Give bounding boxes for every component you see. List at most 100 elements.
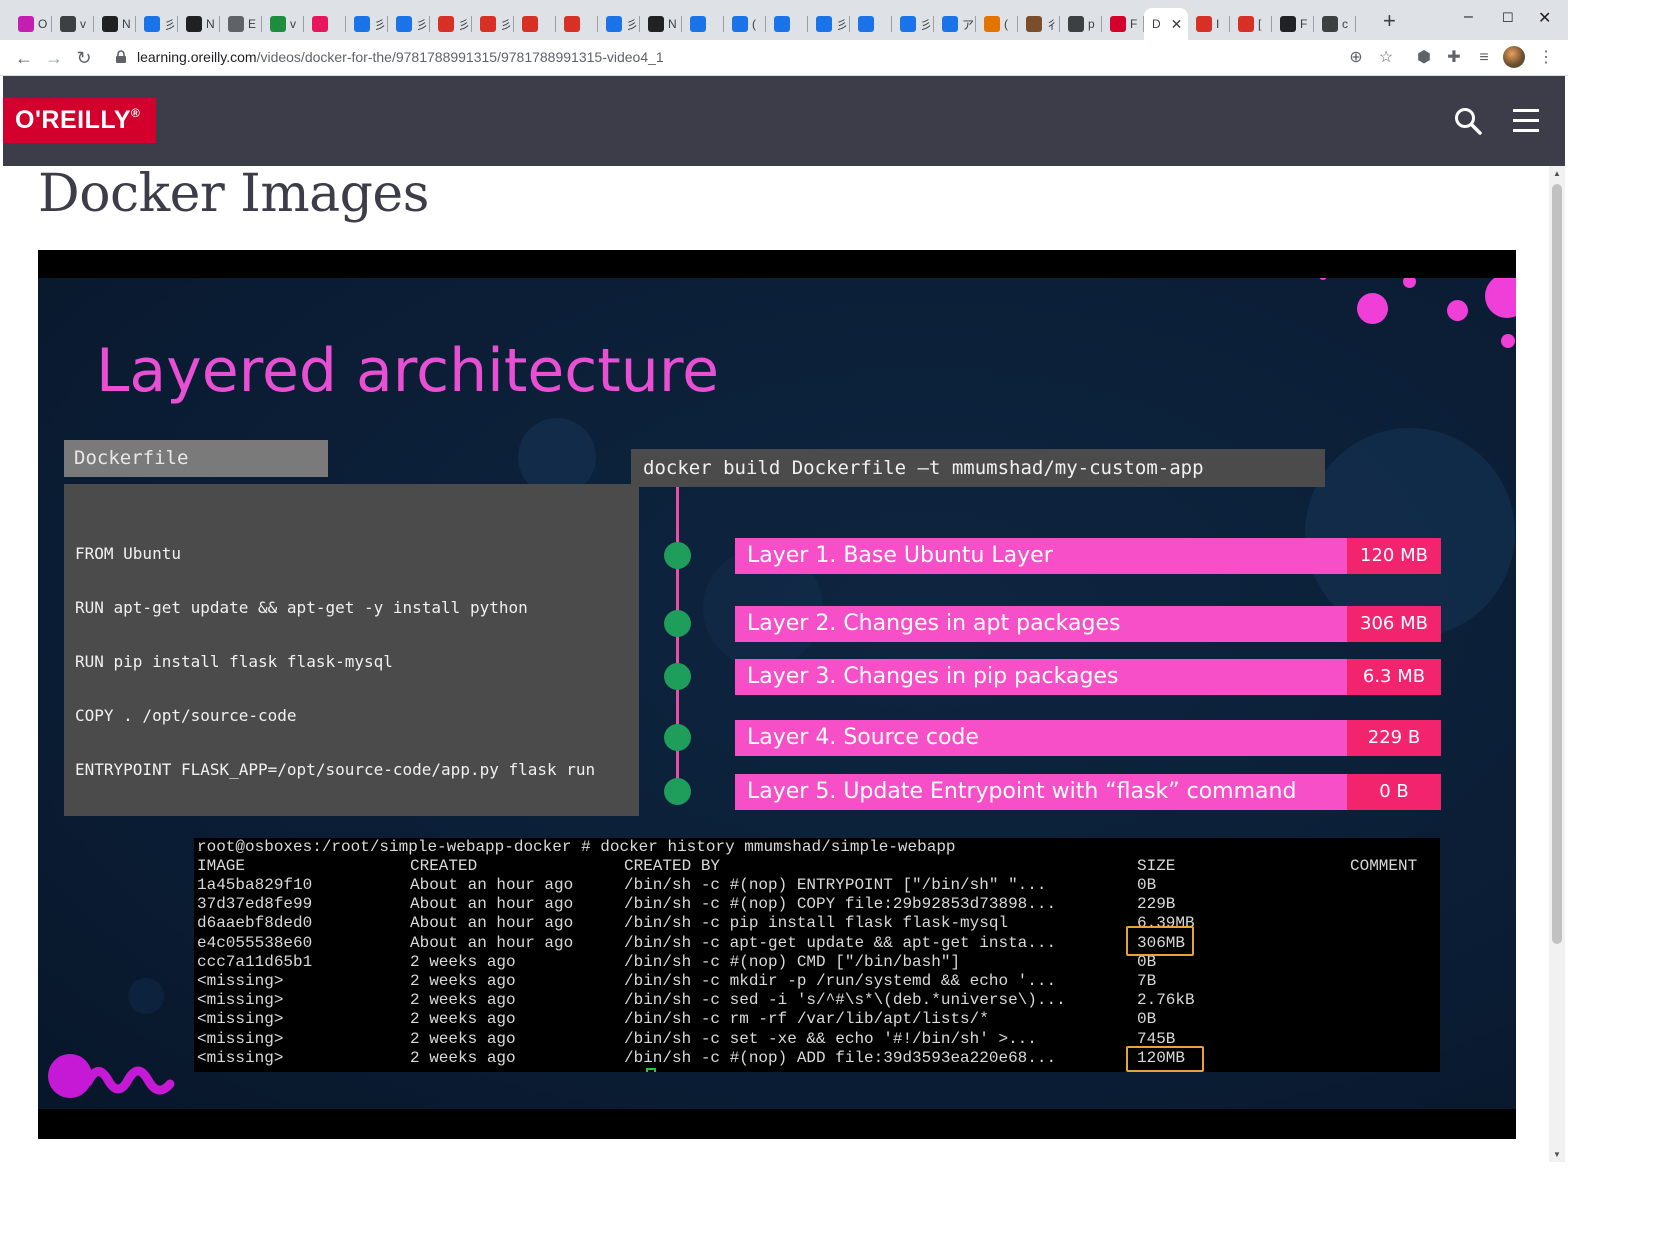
browser-tab[interactable]: F bbox=[1102, 8, 1144, 40]
lock-icon[interactable] bbox=[114, 50, 128, 64]
browser-tab[interactable]: v bbox=[52, 8, 94, 40]
history-created-by: /bin/sh -c sed -i 's/^#\s*\(deb.*univers… bbox=[624, 991, 1066, 1010]
browser-window: Ov N 彡 N Ev 彡彡彡彡彡 N(彡彡ア(彳 p F D ✕ I[Fc + – ☐ ✕ ← → … bbox=[0, 0, 1568, 1168]
tab-title: I bbox=[1216, 17, 1220, 31]
timeline-dot bbox=[664, 610, 691, 637]
browser-tab[interactable]: [ bbox=[1230, 8, 1272, 40]
history-image: 37d37ed8fe99 bbox=[197, 895, 313, 914]
tab-title: 彡 bbox=[374, 17, 387, 32]
layer-row: Layer 5. Update Entrypoint with “flask” … bbox=[735, 774, 1441, 810]
browser-tab[interactable]: N bbox=[640, 8, 682, 40]
browser-tab[interactable] bbox=[850, 8, 892, 40]
history-created-by: /bin/sh -c pip install flask flask-mysql bbox=[624, 914, 1009, 933]
extensions-puzzle-icon[interactable]: ✚ bbox=[1443, 47, 1465, 69]
history-created: About an hour ago bbox=[410, 876, 574, 894]
browser-tab[interactable] bbox=[556, 8, 598, 40]
green-app-icon bbox=[270, 16, 286, 32]
address-bar[interactable]: learning.oreilly.com/videos/docker-for-t… bbox=[137, 49, 664, 65]
history-created: 2 weeks ago bbox=[410, 1010, 516, 1029]
browser-tab[interactable]: 彡 bbox=[808, 8, 850, 40]
bookmark-star-icon[interactable]: ☆ bbox=[1375, 47, 1397, 69]
browser-tab[interactable]: ア bbox=[934, 8, 976, 40]
browser-tab[interactable]: E bbox=[220, 8, 262, 40]
minimize-icon[interactable]: – bbox=[1464, 8, 1473, 26]
history-image: <missing> bbox=[197, 972, 284, 990]
forward-arrow-icon[interactable]: → bbox=[42, 46, 66, 70]
browser-tab[interactable]: 彡 bbox=[136, 8, 178, 40]
browser-tab[interactable]: 彡 bbox=[598, 8, 640, 40]
browser-tab[interactable]: F bbox=[1272, 8, 1314, 40]
browser-tab[interactable] bbox=[766, 8, 808, 40]
circle-logo-icon bbox=[18, 16, 34, 32]
dockerfile-line: COPY . /opt/source-code bbox=[75, 706, 297, 725]
extension-cube-icon[interactable]: ⬢ bbox=[1413, 47, 1435, 69]
browser-tab[interactable]: 彡 bbox=[472, 8, 514, 40]
history-created-by: /bin/sh -c apt-get update && apt-get ins… bbox=[624, 933, 1057, 952]
browser-tab[interactable]: p bbox=[1060, 8, 1102, 40]
browser-tab[interactable]: 彡 bbox=[892, 8, 934, 40]
tv-icon bbox=[774, 16, 790, 32]
dockerfile-line: FROM Ubuntu bbox=[75, 544, 181, 563]
maximize-icon[interactable]: ☐ bbox=[1502, 10, 1514, 26]
history-created-by: /bin/sh -c mkdir -p /run/systemd && echo… bbox=[624, 972, 1057, 990]
oreilly-logo[interactable]: O'REILLY® bbox=[3, 98, 156, 143]
history-created: About an hour ago bbox=[410, 914, 574, 933]
reload-icon[interactable]: ↻ bbox=[72, 46, 96, 70]
back-arrow-icon[interactable]: ← bbox=[12, 46, 36, 70]
new-tab-button[interactable]: + bbox=[1383, 10, 1396, 32]
close-window-icon[interactable]: ✕ bbox=[1538, 8, 1551, 28]
zhihu-icon bbox=[606, 16, 622, 32]
browser-tab[interactable]: ( bbox=[976, 8, 1018, 40]
profile-avatar[interactable] bbox=[1503, 46, 1525, 68]
browser-tab[interactable]: I bbox=[1188, 8, 1230, 40]
gmail-icon bbox=[1238, 16, 1254, 32]
zoom-icon[interactable]: ⊕ bbox=[1345, 47, 1367, 69]
tab-title: N bbox=[122, 17, 131, 31]
tab-close-icon[interactable]: ✕ bbox=[1171, 16, 1183, 33]
history-size: 229B bbox=[1137, 895, 1176, 914]
scrollbar-thumb[interactable] bbox=[1552, 184, 1562, 944]
notion-icon bbox=[648, 16, 664, 32]
tab-active[interactable]: D ✕ bbox=[1144, 8, 1188, 40]
gallery-icon bbox=[228, 16, 244, 32]
browser-tab[interactable]: N bbox=[94, 8, 136, 40]
browser-tab[interactable] bbox=[514, 8, 556, 40]
site-header: O'REILLY® bbox=[3, 76, 1565, 166]
history-image: d6aaebf8ded0 bbox=[197, 914, 313, 933]
tv-icon bbox=[816, 16, 832, 32]
browser-tab[interactable]: N bbox=[178, 8, 220, 40]
tab-title: p bbox=[1088, 17, 1095, 31]
tab-title: v bbox=[290, 17, 296, 31]
browser-tab[interactable] bbox=[682, 8, 724, 40]
browser-tab[interactable] bbox=[304, 8, 346, 40]
page-scrollbar[interactable]: ▲ ▼ bbox=[1549, 166, 1565, 1162]
pink-bubble bbox=[1357, 293, 1388, 324]
timeline-dot bbox=[664, 724, 691, 751]
browser-tab[interactable]: 彳 bbox=[1018, 8, 1060, 40]
browser-menu-icon[interactable]: ⋮ bbox=[1535, 47, 1557, 69]
hamburger-menu-icon[interactable] bbox=[1511, 106, 1541, 136]
zhihu-icon bbox=[900, 16, 916, 32]
red-box-icon bbox=[438, 16, 454, 32]
tab-title: 彡 bbox=[836, 17, 849, 32]
media-control-icon[interactable]: ≡ bbox=[1473, 47, 1495, 69]
browser-tab[interactable]: 彡 bbox=[388, 8, 430, 40]
gmail-icon bbox=[1196, 16, 1212, 32]
browser-tab[interactable]: ( bbox=[724, 8, 766, 40]
browser-tab[interactable]: O bbox=[10, 8, 52, 40]
browser-tab[interactable]: 彡 bbox=[430, 8, 472, 40]
highlight-box-120mb bbox=[1126, 1046, 1204, 1072]
history-created: 2 weeks ago bbox=[410, 1048, 516, 1067]
background-bubble bbox=[128, 978, 164, 1014]
tab-title: 彡 bbox=[458, 17, 471, 32]
layer-size: 306 MB bbox=[1347, 606, 1441, 642]
video-player[interactable]: Layered architecture Dockerfile FROM Ubu… bbox=[38, 250, 1516, 1139]
browser-tab[interactable]: v bbox=[262, 8, 304, 40]
browser-tab[interactable]: c bbox=[1314, 8, 1356, 40]
scroll-down-icon[interactable]: ▼ bbox=[1553, 1150, 1561, 1159]
scroll-up-icon[interactable]: ▲ bbox=[1553, 169, 1561, 178]
browser-tab[interactable]: 彡 bbox=[346, 8, 388, 40]
logo-text: O'REILLY bbox=[15, 106, 131, 134]
dark-circle-icon bbox=[1068, 16, 1084, 32]
search-icon[interactable] bbox=[1453, 106, 1483, 136]
